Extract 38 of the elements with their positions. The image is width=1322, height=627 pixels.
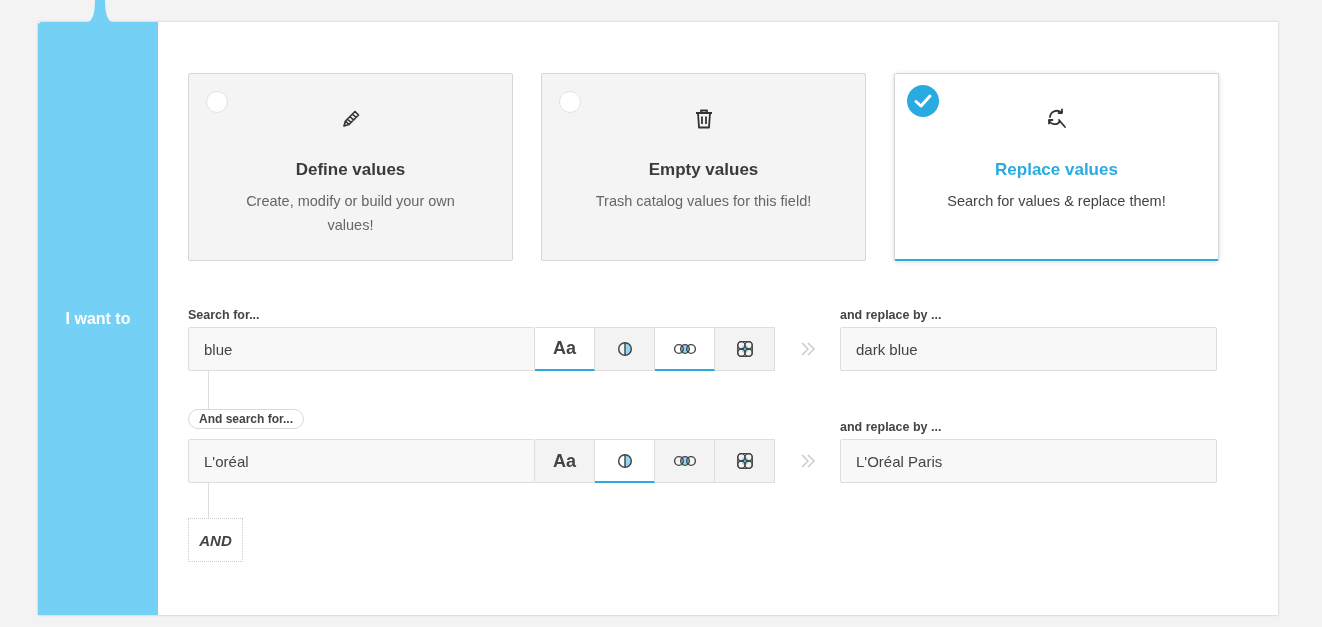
search-label: Search for... bbox=[188, 308, 261, 322]
double-chevron-icon bbox=[800, 341, 816, 357]
replace-label: and replace by ... bbox=[840, 308, 943, 322]
case-toggle[interactable]: Aa bbox=[535, 327, 595, 371]
search-field[interactable]: L'oréal bbox=[188, 439, 535, 483]
option-title: Define values bbox=[295, 160, 406, 180]
three-circles-toggle[interactable] bbox=[655, 439, 715, 483]
option-card[interactable]: Empty values Trash catalog values for this field! bbox=[541, 73, 866, 261]
case-toggle[interactable]: Aa bbox=[535, 439, 595, 483]
three-circles-toggle[interactable] bbox=[655, 327, 715, 371]
replace-field[interactable]: L'Oréal Paris bbox=[840, 439, 1217, 483]
three-circles-icon bbox=[671, 454, 698, 468]
three-circles-icon bbox=[671, 341, 698, 356]
sidebar-label: I want to bbox=[65, 309, 131, 328]
grid-toggle[interactable] bbox=[715, 327, 775, 371]
overlapping-circles-icon bbox=[734, 451, 755, 471]
replace-field[interactable]: dark blue bbox=[840, 327, 1217, 371]
and-button[interactable]: AND bbox=[188, 518, 243, 562]
option-description: Trash catalog values for this field! bbox=[595, 192, 812, 211]
half-circle-icon bbox=[615, 451, 634, 470]
replace-label: and replace by ... bbox=[840, 420, 943, 434]
checkmark-icon bbox=[907, 85, 939, 117]
half-circle-toggle[interactable] bbox=[595, 439, 655, 483]
option-card[interactable]: Replace values Search for values & replace them! bbox=[894, 73, 1219, 261]
option-title: Empty values bbox=[648, 160, 759, 180]
half-circle-toggle[interactable] bbox=[595, 327, 655, 371]
option-description: Create, modify or build your own values! bbox=[245, 192, 456, 235]
radio-circle[interactable] bbox=[206, 91, 228, 113]
double-chevron-icon bbox=[800, 453, 816, 469]
search-field[interactable]: blue bbox=[188, 327, 535, 371]
radio-circle[interactable] bbox=[559, 91, 581, 113]
and-search-tag: And search for... bbox=[188, 409, 305, 429]
option-description: Search for values & replace them! bbox=[947, 192, 1166, 211]
grid-toggle[interactable] bbox=[715, 439, 775, 483]
half-circle-icon bbox=[615, 340, 634, 358]
option-card[interactable]: Define values Create, modify or build your own values! bbox=[188, 73, 513, 261]
option-title: Replace values bbox=[995, 160, 1118, 180]
overlapping-circles-icon bbox=[734, 339, 755, 359]
